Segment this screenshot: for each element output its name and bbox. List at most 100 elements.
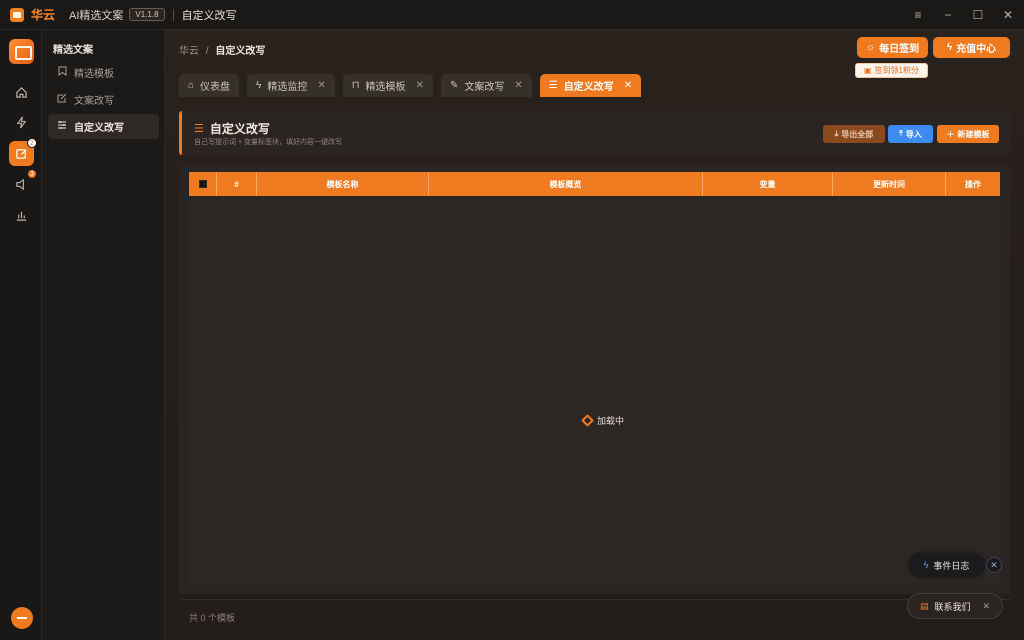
maximize-icon[interactable]: ☐ xyxy=(972,8,984,22)
tab-label: 仪表盘 xyxy=(200,82,231,93)
recharge-label: 充值中心 xyxy=(956,44,997,55)
edit-icon: ✎ xyxy=(449,80,459,91)
tab-templates[interactable]: ⊓ 精选模板 ✕ xyxy=(342,74,433,97)
rail-logo-icon xyxy=(9,39,34,64)
icon-rail: 2 3 xyxy=(0,30,42,640)
tab-bar: ⌂ 仪表盘 ϟ 精选监控 ✕ ⊓ 精选模板 ✕ ✎ 文案改写 ✕ ☰ 自定义改写… xyxy=(179,74,642,97)
main-content: 华云 / 自定义改写 ☼ 每日签到 ϟ 充值中心 ▣ 签到领1积分 ⌂ 仪表盘 … xyxy=(165,30,1024,640)
daily-checkin-label: 每日签到 xyxy=(879,44,920,55)
new-template-button[interactable]: ＋ 新建模板 xyxy=(937,125,999,143)
sidebar-item-label: 自定义改写 xyxy=(74,123,124,134)
collapse-button[interactable] xyxy=(11,607,33,629)
sliders-icon: ☰ xyxy=(194,123,204,135)
tab-close-icon[interactable]: ✕ xyxy=(416,80,424,91)
breadcrumb: 华云 / 自定义改写 xyxy=(179,42,265,57)
menu-icon[interactable]: ≡ xyxy=(912,8,924,22)
home-icon: ⌂ xyxy=(188,80,195,91)
broadcast-badge: 3 xyxy=(27,169,37,179)
sun-icon: ☼ xyxy=(865,42,876,53)
sidebar-item-custom-rewrite[interactable]: 自定义改写 xyxy=(48,114,159,139)
contact-us-button[interactable]: ▤ 联系我们 ✕ xyxy=(907,593,1003,619)
spinner-icon xyxy=(581,414,594,427)
event-log-label: 事件日志 xyxy=(933,560,970,571)
contact-label: 联系我们 xyxy=(934,601,971,612)
col-template-overview: 模板概览 xyxy=(429,172,703,196)
col-actions: 操作 xyxy=(965,179,981,189)
minimize-icon[interactable]: − xyxy=(942,8,954,22)
title-divider xyxy=(172,8,174,21)
page-title-text: 自定义改写 xyxy=(209,122,270,136)
sidebar-item-rewrite[interactable]: 文案改写 xyxy=(48,87,159,112)
table-body: 加载中 xyxy=(189,196,1000,587)
loading-text: 加载中 xyxy=(597,416,625,426)
loading-indicator: 加载中 xyxy=(581,414,625,427)
tab-custom-rewrite[interactable]: ☰ 自定义改写 ✕ xyxy=(539,74,642,97)
bolt-icon[interactable] xyxy=(9,110,34,135)
edit-icon xyxy=(57,93,67,106)
rewrite-nav-button[interactable]: 2 xyxy=(9,138,37,166)
breadcrumb-separator: / xyxy=(205,46,209,57)
template-count: 共 0 个模板 xyxy=(189,613,236,623)
tab-rewrite[interactable]: ✎ 文案改写 ✕ xyxy=(440,74,532,97)
import-button[interactable]: ⤒ 导入 xyxy=(888,125,933,143)
upload-icon: ⤒ xyxy=(899,129,903,138)
bookmark-icon xyxy=(57,66,67,79)
sidebar-item-label: 精选模板 xyxy=(74,69,114,80)
sliders-icon xyxy=(57,120,67,133)
bolt-icon: ϟ xyxy=(256,80,262,91)
tab-close-icon[interactable]: ✕ xyxy=(317,80,325,91)
broadcast-nav-button[interactable]: 3 xyxy=(9,169,37,197)
breadcrumb-current: 自定义改写 xyxy=(215,46,266,57)
tab-close-icon[interactable]: ✕ xyxy=(624,80,632,91)
edit-icon xyxy=(16,149,27,159)
sub-sidebar: 精选文案 精选模板 文案改写 自定义改写 xyxy=(42,30,165,640)
export-label: 导出全部 xyxy=(841,129,874,139)
page-header-card: ☰ 自定义改写 自己写提示词 + 变量标签块，填好内容一键改写 ⤓ 导出全部 ⤒… xyxy=(179,111,1010,155)
gift-icon: ▣ xyxy=(863,66,872,75)
chat-icon: ▤ xyxy=(919,600,929,611)
col-index: # xyxy=(217,172,257,196)
close-icon[interactable]: ✕ xyxy=(1002,8,1014,22)
templates-table-card: # 模板名称 模板概览 变量 更新时间 操作 加载中 xyxy=(179,165,1010,594)
window-page-title: 自定义改写 xyxy=(181,9,237,22)
window-controls: ≡ − ☐ ✕ xyxy=(912,0,1014,30)
event-log-button[interactable]: ϟ 事件日志 xyxy=(908,553,985,577)
home-icon[interactable] xyxy=(9,80,34,105)
chart-icon[interactable] xyxy=(9,203,34,228)
sliders-icon: ☰ xyxy=(548,80,558,91)
tab-monitor[interactable]: ϟ 精选监控 ✕ xyxy=(247,74,335,97)
brand-name: 华云 xyxy=(31,8,56,22)
bolt-icon: ϟ xyxy=(923,560,929,570)
subnav-title: 精选文案 xyxy=(53,45,93,56)
sidebar-item-label: 文案改写 xyxy=(74,96,114,107)
checkin-tip-text: 签到领1积分 xyxy=(874,66,919,75)
tab-label: 精选模板 xyxy=(365,82,406,93)
sidebar-item-templates[interactable]: 精选模板 xyxy=(48,60,159,85)
download-icon: ⤓ xyxy=(834,129,839,138)
page-title: ☰ 自定义改写 xyxy=(194,120,270,137)
event-log-close-icon[interactable]: ✕ xyxy=(986,557,1002,573)
select-all-cell xyxy=(189,172,217,196)
speaker-icon xyxy=(16,178,24,191)
breadcrumb-root[interactable]: 华云 xyxy=(179,46,199,57)
tab-dashboard[interactable]: ⌂ 仪表盘 xyxy=(179,74,240,97)
title-bar: 华云 AI精选文案 V1.1.8 自定义改写 ≡ − ☐ ✕ xyxy=(0,0,1024,30)
bookmark-icon: ⊓ xyxy=(351,80,360,91)
tab-close-icon[interactable]: ✕ xyxy=(514,80,522,91)
contact-close-icon[interactable]: ✕ xyxy=(982,601,990,612)
rewrite-badge: 2 xyxy=(27,138,37,148)
daily-checkin-button[interactable]: ☼ 每日签到 xyxy=(857,37,928,58)
recharge-button[interactable]: ϟ 充值中心 xyxy=(933,37,1010,58)
select-all-checkbox[interactable] xyxy=(198,180,207,188)
table-footer: 共 0 个模板 xyxy=(179,599,1010,629)
table-header: # 模板名称 模板概览 变量 更新时间 操作 xyxy=(189,172,1000,196)
app-name: AI精选文案 xyxy=(69,9,124,22)
col-updated-at: 更新时间 xyxy=(833,172,946,196)
tab-label: 自定义改写 xyxy=(563,82,614,93)
export-all-button[interactable]: ⤓ 导出全部 xyxy=(823,125,885,143)
tab-label: 精选监控 xyxy=(267,82,308,93)
col-variables: 变量 xyxy=(703,172,833,196)
page-subtitle: 自己写提示词 + 变量标签块，填好内容一键改写 xyxy=(194,139,342,146)
plus-icon: ＋ xyxy=(946,129,955,139)
tab-label: 文案改写 xyxy=(464,82,505,93)
